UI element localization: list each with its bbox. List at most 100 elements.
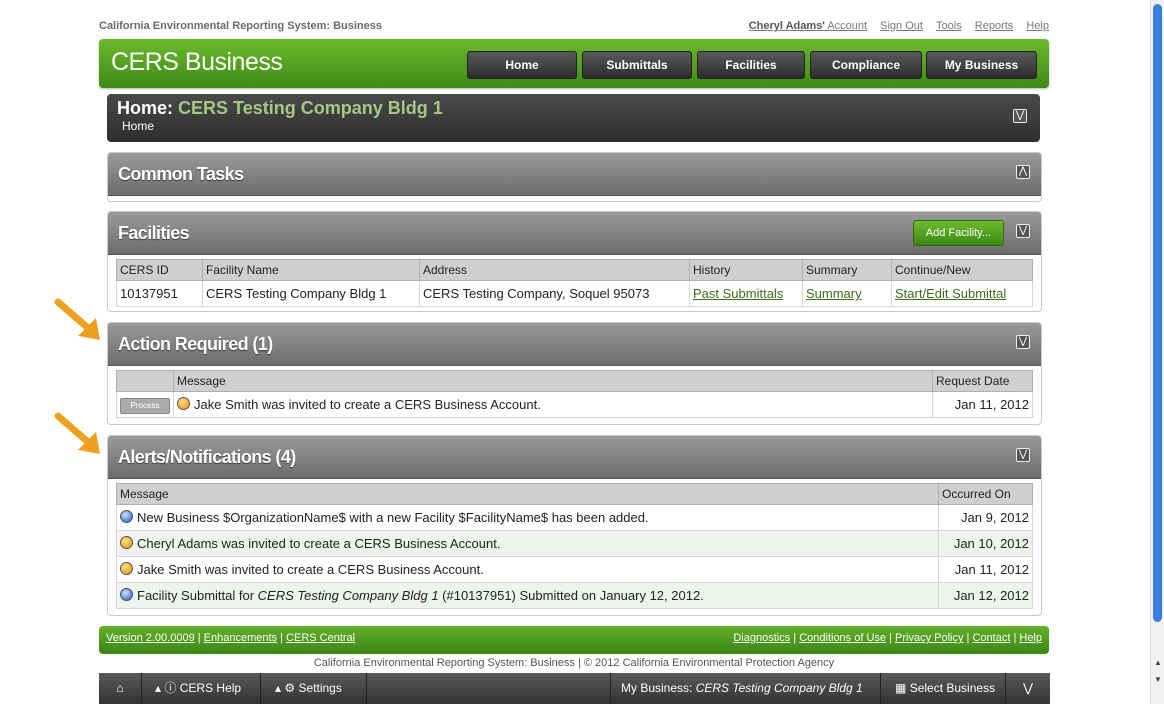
- top-strip: California Environmental Reporting Syste…: [99, 20, 1049, 36]
- expand-icon[interactable]: ⋁: [1013, 109, 1027, 123]
- top-links: Cheryl Adams' Account Sign Out Tools Rep…: [739, 20, 1049, 32]
- alert-date: Jan 10, 2012: [938, 530, 1033, 557]
- version-link[interactable]: Version 2.00.0009: [106, 632, 195, 644]
- privacy-policy-link[interactable]: Privacy Policy: [895, 632, 963, 644]
- table-row: Facility Submittal for CERS Testing Comp…: [116, 582, 1033, 609]
- action-required-title: Action Required (1): [118, 334, 273, 354]
- callout-arrow-icon: [54, 298, 100, 340]
- brand-logo[interactable]: CERS Business: [111, 48, 283, 77]
- expand-icon[interactable]: ⋁: [1016, 224, 1030, 238]
- main-header: CERS Business Home Submittals Facilities…: [99, 39, 1049, 88]
- alerts-panel: Alerts/Notifications (4) ⋁ Message Occur…: [107, 435, 1042, 616]
- column-header: Facility Name: [202, 259, 420, 281]
- facilities-panel: Facilities Add Facility... ⋁ CERS ID Fac…: [107, 211, 1042, 312]
- settings-button[interactable]: ▴ ⚙ Settings: [261, 673, 367, 704]
- column-header: Address: [419, 259, 690, 281]
- tools-link[interactable]: Tools: [936, 20, 962, 32]
- expand-icon[interactable]: ⋁: [1016, 448, 1030, 462]
- conditions-of-use-link[interactable]: Conditions of Use: [799, 632, 886, 644]
- bottom-toolbar: ⌂ ▴ ⓘ CERS Help ▴ ⚙ Settings My Business…: [99, 673, 1050, 704]
- table-row: Jake Smith was invited to create a CERS …: [116, 556, 1033, 583]
- my-business-indicator: My Business: CERS Testing Company Bldg 1: [610, 673, 881, 704]
- scrollbar-thumb[interactable]: [1153, 4, 1162, 622]
- diagnostics-link[interactable]: Diagnostics: [733, 632, 790, 644]
- account-link[interactable]: Cheryl Adams' Account: [749, 20, 867, 32]
- help-circle-icon: ⓘ: [164, 681, 177, 695]
- past-submittals-link[interactable]: Past Submittals: [693, 286, 783, 301]
- reports-link[interactable]: Reports: [975, 20, 1014, 32]
- common-tasks-title: Common Tasks: [118, 164, 244, 184]
- column-header: [116, 370, 174, 392]
- company-name: CERS Testing Company Bldg 1: [178, 98, 443, 118]
- column-header: Summary: [802, 259, 892, 281]
- cers-help-button[interactable]: ▴ ⓘ CERS Help: [141, 673, 261, 704]
- alert-date: Jan 9, 2012: [938, 504, 1033, 531]
- collapse-toolbar-icon[interactable]: ⋁: [1006, 673, 1050, 704]
- alerts-title: Alerts/Notifications (4): [118, 447, 296, 467]
- callout-arrow-icon: [54, 412, 100, 454]
- facilities-table: CERS ID Facility Name Address History Su…: [116, 259, 1033, 307]
- expand-icon[interactable]: ⋁: [1016, 335, 1030, 349]
- footer-bar: Version 2.00.0009 | Enhancements | CERS …: [99, 626, 1049, 654]
- vertical-scrollbar[interactable]: ▲ ▼: [1150, 0, 1164, 704]
- alert-date: Jan 11, 2012: [938, 556, 1033, 583]
- footer-help-link[interactable]: Help: [1019, 632, 1042, 644]
- action-required-panel: Action Required (1) ⋁ Message Request Da…: [107, 322, 1042, 425]
- footer-right-links: Diagnostics | Conditions of Use | Privac…: [733, 632, 1042, 644]
- table-row: 10137951 CERS Testing Company Bldg 1 CER…: [116, 280, 1033, 307]
- table-row: Cheryl Adams was invited to create a CER…: [116, 530, 1033, 557]
- facility-id: 10137951: [116, 280, 203, 307]
- nav-compliance-button[interactable]: Compliance: [810, 51, 922, 79]
- column-header: CERS ID: [116, 259, 203, 281]
- start-edit-submittal-link[interactable]: Start/Edit Submittal: [895, 286, 1006, 301]
- action-required-table: Message Request Date Process Jake Smith …: [116, 370, 1033, 418]
- add-facility-button[interactable]: Add Facility...: [912, 220, 1004, 246]
- cers-central-link[interactable]: CERS Central: [286, 632, 355, 644]
- footer-left-links: Version 2.00.0009 | Enhancements | CERS …: [106, 632, 356, 644]
- alert-date: Jan 12, 2012: [938, 582, 1033, 609]
- home-icon[interactable]: ⌂: [99, 673, 142, 704]
- scroll-up-icon[interactable]: ▲: [1154, 658, 1162, 667]
- gear-icon: ⚙: [284, 681, 296, 695]
- page-title: Home: CERS Testing Company Bldg 1: [117, 98, 443, 118]
- alert-message: Cheryl Adams was invited to create a CER…: [137, 536, 501, 551]
- caret-up-icon: ▴: [275, 681, 282, 695]
- facility-name: CERS Testing Company Bldg 1: [202, 280, 420, 307]
- sign-out-link[interactable]: Sign Out: [880, 20, 923, 32]
- select-business-button[interactable]: ▦ Select Business: [881, 673, 1006, 704]
- blue-status-icon: [120, 588, 133, 601]
- alert-message: Facility Submittal for CERS Testing Comp…: [137, 588, 704, 603]
- column-header: Continue/New: [891, 259, 1033, 281]
- blue-status-icon: [120, 510, 133, 523]
- nav-submittals-button[interactable]: Submittals: [582, 51, 692, 79]
- scroll-down-icon[interactable]: ▼: [1154, 675, 1162, 684]
- orange-status-icon: [120, 536, 133, 549]
- action-message: Jake Smith was invited to create a CERS …: [194, 397, 541, 412]
- column-header: History: [689, 259, 803, 281]
- building-icon: ▦: [895, 681, 907, 695]
- summary-link[interactable]: Summary: [806, 286, 862, 301]
- column-header: Message: [173, 370, 933, 392]
- column-header: Request Date: [932, 370, 1033, 392]
- nav-home-button[interactable]: Home: [467, 51, 577, 79]
- request-date: Jan 11, 2012: [932, 391, 1033, 418]
- column-header: Message: [116, 483, 939, 505]
- help-link[interactable]: Help: [1026, 20, 1049, 32]
- nav-facilities-button[interactable]: Facilities: [697, 51, 805, 79]
- copyright-text: California Environmental Reporting Syste…: [313, 657, 835, 669]
- column-header: Occurred On: [938, 483, 1033, 505]
- process-button[interactable]: Process: [120, 397, 170, 414]
- contact-link[interactable]: Contact: [972, 632, 1010, 644]
- breadcrumb[interactable]: Home: [122, 119, 154, 133]
- nav-my-business-button[interactable]: My Business: [926, 51, 1037, 79]
- alert-message: New Business $OrganizationName$ with a n…: [137, 510, 649, 525]
- table-row: New Business $OrganizationName$ with a n…: [116, 504, 1033, 531]
- collapse-icon[interactable]: ⋀: [1016, 165, 1030, 179]
- enhancements-link[interactable]: Enhancements: [204, 632, 277, 644]
- home-title-panel: Home: CERS Testing Company Bldg 1 Home ⋁: [107, 94, 1040, 142]
- common-tasks-panel: Common Tasks ⋀: [107, 152, 1042, 202]
- app-title: California Environmental Reporting Syste…: [99, 20, 383, 32]
- alert-message: Jake Smith was invited to create a CERS …: [137, 562, 484, 577]
- facility-address: CERS Testing Company, Soquel 95073: [419, 280, 690, 307]
- table-row: Process Jake Smith was invited to create…: [116, 391, 1033, 418]
